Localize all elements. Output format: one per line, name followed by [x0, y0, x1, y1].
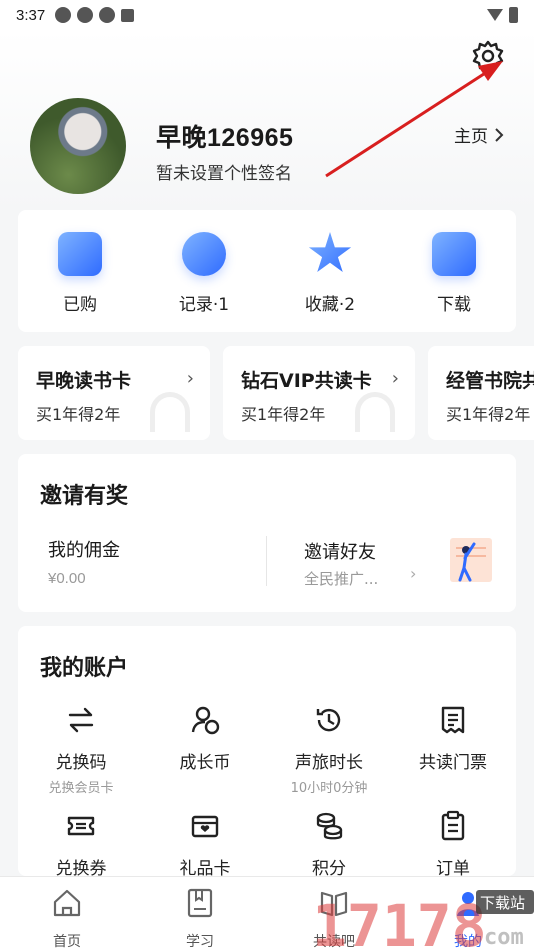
account-item-sub: 10小时0分钟 [290, 781, 368, 796]
account-item-label: 成长币 [179, 753, 231, 773]
watermark-text: 下载站 [480, 894, 525, 912]
ticket-icon [67, 816, 95, 836]
member-card[interactable]: 早晚读书卡 › 买1年得2年 [18, 346, 210, 440]
headphones-icon [150, 392, 190, 432]
account-item-coupon[interactable]: 兑换券 [26, 810, 136, 879]
app-notification-icon [99, 7, 116, 23]
clipboard-icon [441, 810, 465, 841]
quick-action-favorites[interactable]: 收藏·2 [290, 232, 370, 315]
quick-actions-card: 已购 记录·1 收藏·2 下载 [18, 210, 516, 332]
invite-friends-sub: 全民推广... [304, 570, 379, 588]
chevron-right-icon: › [410, 564, 417, 583]
coin-user-icon [191, 706, 220, 735]
member-card-title: 钻石VIP共读卡 [241, 370, 372, 392]
quick-action-label: 收藏·2 [304, 295, 356, 315]
download-icon [432, 232, 476, 276]
quick-action-history[interactable]: 记录·1 [164, 232, 244, 315]
quick-action-label: 下载 [437, 295, 471, 315]
nav-study[interactable]: 学习 [160, 887, 240, 950]
member-card-title: 经管书院共 [446, 370, 534, 392]
watermark-domain: com [484, 925, 524, 950]
site-watermark-logo: 17178 下载站 com [312, 890, 534, 950]
account-item-label: 声旅时长 [295, 753, 363, 773]
exchange-icon [68, 707, 94, 733]
account-item-sub: 兑换会员卡 [48, 781, 114, 796]
commission-label[interactable]: 我的佣金 [48, 536, 120, 562]
clock-icon [182, 232, 226, 276]
quick-action-purchased[interactable]: 已购 [40, 232, 120, 315]
member-card-subtitle: 买1年得2年 [36, 405, 121, 424]
account-item-reading-ticket[interactable]: 共读门票 [398, 704, 508, 773]
commission-value: ¥0.00 [48, 570, 86, 587]
home-icon [53, 889, 81, 917]
account-item-redeem-code[interactable]: 兑换码 兑换会员卡 [26, 704, 136, 796]
coins-stack-icon [316, 812, 343, 840]
status-time: 3:37 [16, 6, 46, 24]
wifi-icon [487, 9, 503, 21]
chevron-right-icon: › [391, 368, 399, 389]
member-card-subtitle: 买1年得2年 [241, 405, 326, 424]
invite-title: 邀请有奖 [40, 484, 129, 509]
book-icon [187, 888, 213, 918]
gift-card-icon [191, 815, 219, 838]
quick-action-label: 已购 [63, 295, 97, 315]
nav-label: 学习 [186, 934, 214, 950]
account-card: 我的账户 兑换码 兑换会员卡 成长币 声旅时长 10小时0分钟 共读门票 兑换券… [18, 626, 516, 879]
quick-action-download[interactable]: 下载 [414, 232, 494, 315]
app-notification-icon [77, 7, 94, 23]
account-item-gift-card[interactable]: 礼品卡 [150, 810, 260, 879]
account-item-listening-time[interactable]: 声旅时长 10小时0分钟 [274, 704, 384, 796]
account-item-points[interactable]: 积分 [274, 810, 384, 879]
settings-gear-icon[interactable] [472, 40, 504, 72]
chevron-right-icon: › [186, 368, 194, 389]
app-notification-icon [121, 8, 135, 22]
star-icon [308, 232, 352, 273]
member-card-title: 早晚读书卡 [36, 370, 132, 392]
account-item-label: 兑换码 [55, 753, 107, 773]
app-notification-icon [55, 7, 72, 23]
status-bar: 3:37 [0, 0, 534, 30]
nav-home[interactable]: 首页 [27, 887, 107, 950]
invite-card: 邀请有奖 我的佣金 ¥0.00 邀请好友 全民推广... › [18, 454, 516, 612]
account-item-orders[interactable]: 订单 [398, 810, 508, 879]
receipt-icon [441, 706, 465, 734]
watermark-number: 17178 [312, 892, 487, 950]
invite-illustration-icon [450, 538, 492, 582]
account-title: 我的账户 [40, 656, 129, 681]
username: 早晚126965 [156, 124, 294, 152]
quick-action-label: 记录·1 [178, 295, 230, 315]
account-item-growth-coin[interactable]: 成长币 [150, 704, 260, 773]
avatar[interactable] [30, 98, 126, 194]
divider [266, 536, 267, 586]
homepage-label: 主页 [454, 127, 488, 147]
invite-friends-label[interactable]: 邀请好友 [304, 538, 376, 564]
chevron-right-icon [495, 127, 504, 142]
signature[interactable]: 暂未设置个性签名 [156, 159, 292, 184]
notification-icons [55, 7, 135, 23]
member-card-subtitle: 买1年得2年 [446, 405, 531, 424]
nav-label: 首页 [53, 934, 81, 950]
member-card[interactable]: 钻石VIP共读卡 › 买1年得2年 [223, 346, 415, 440]
history-clock-icon [316, 708, 341, 732]
account-item-label: 共读门票 [419, 753, 487, 773]
member-card[interactable]: 经管书院共 买1年得2年 [428, 346, 534, 440]
homepage-link[interactable]: 主页 [454, 122, 504, 147]
shopping-bag-icon [58, 232, 102, 276]
headphones-icon [355, 392, 395, 432]
battery-icon [509, 7, 518, 23]
